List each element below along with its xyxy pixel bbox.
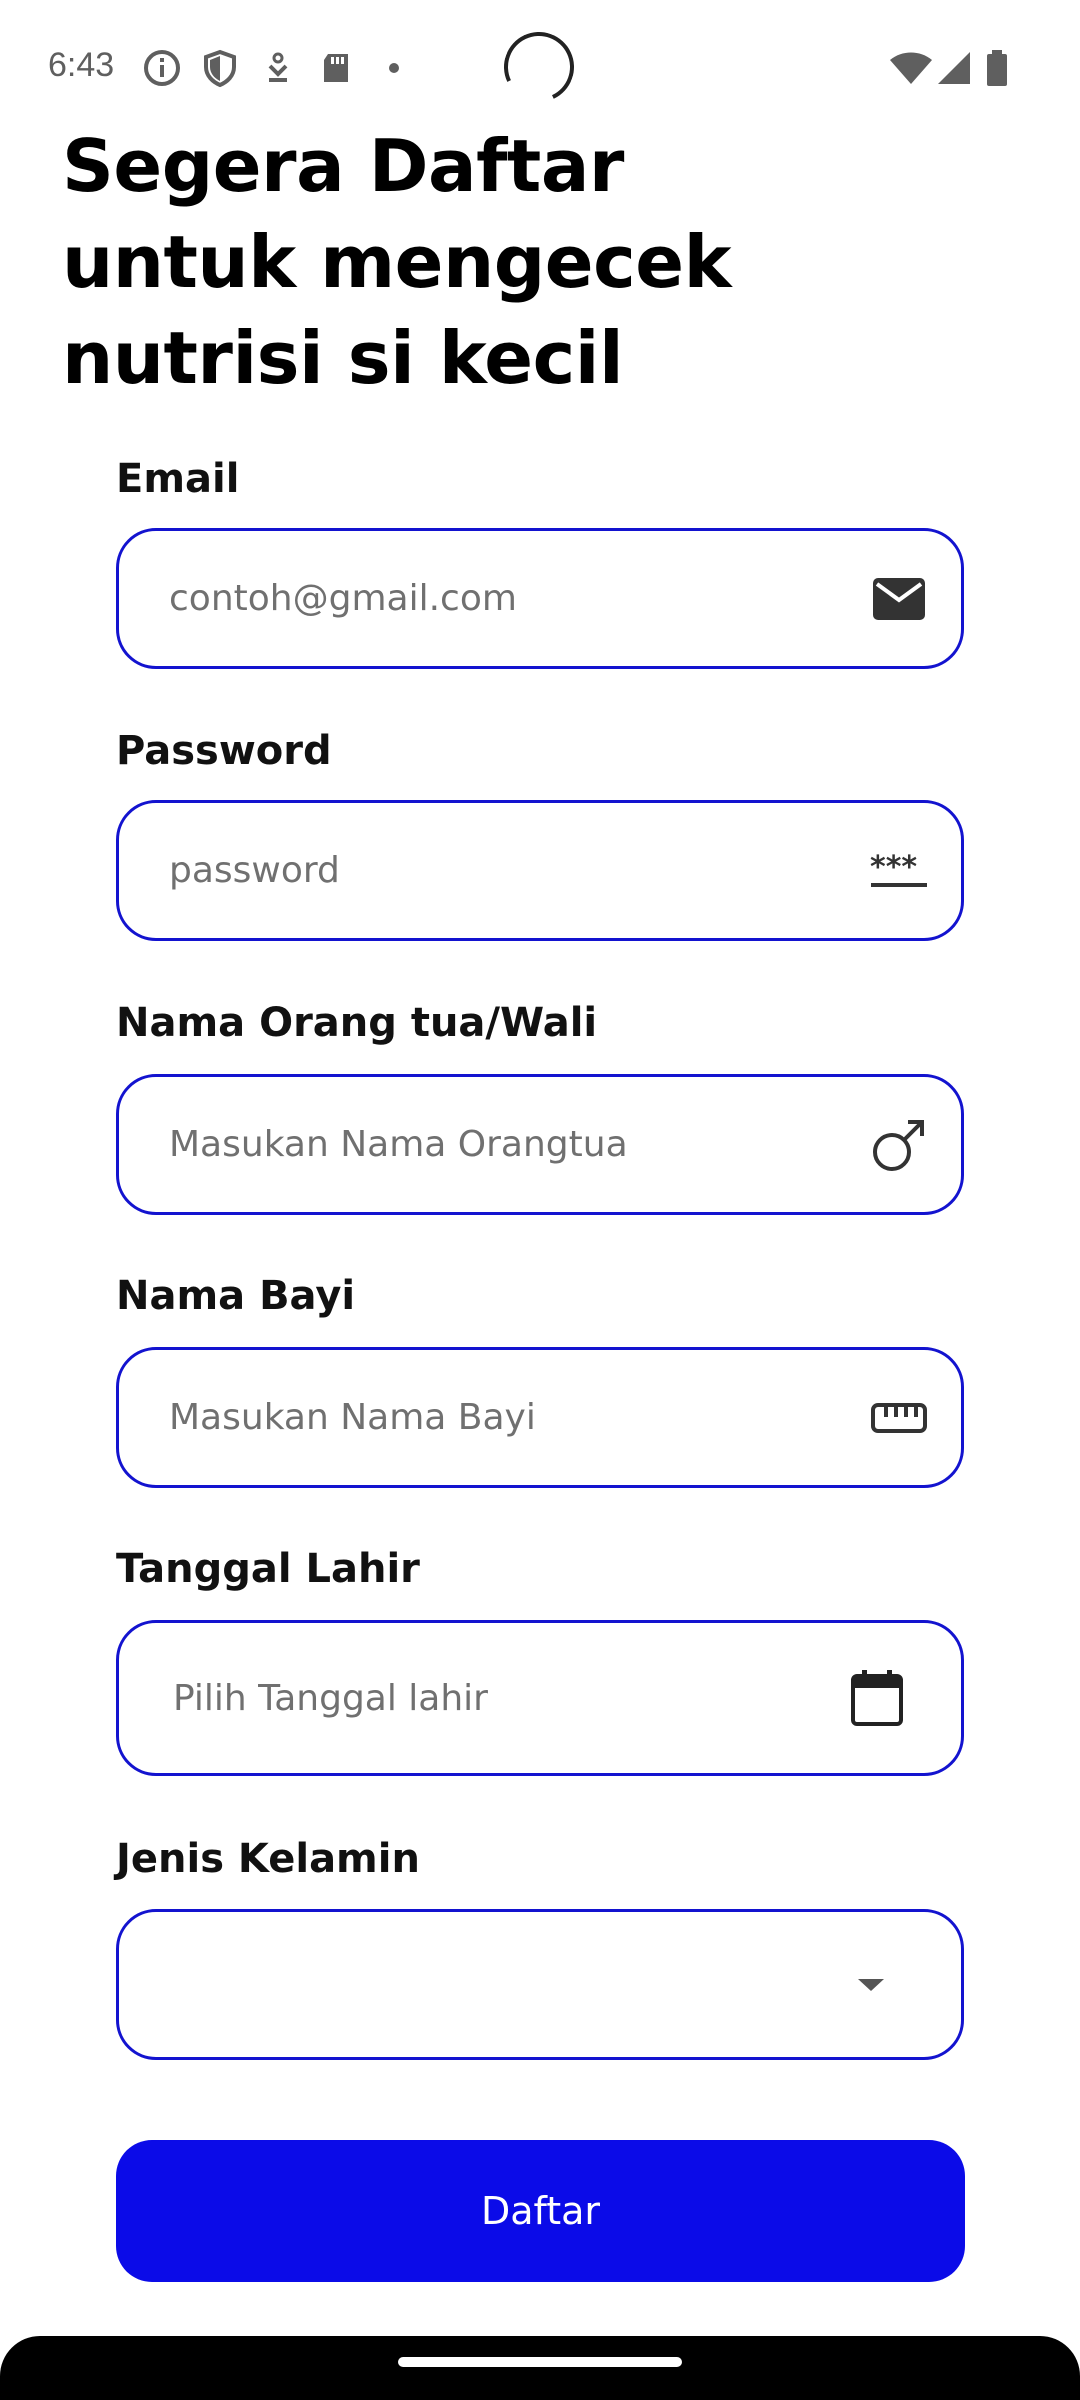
password-input[interactable] bbox=[169, 803, 789, 938]
status-time: 6:43 bbox=[48, 46, 115, 84]
baby-name-field[interactable] bbox=[116, 1347, 964, 1488]
gender-label: Jenis Kelamin bbox=[116, 1836, 420, 1882]
parent-name-input[interactable] bbox=[169, 1077, 789, 1212]
status-bar: 6:43 bbox=[0, 0, 1080, 136]
gender-selected-value bbox=[169, 1912, 789, 2057]
parent-name-label: Nama Orang tua/Wali bbox=[116, 1000, 598, 1046]
birth-date-field[interactable] bbox=[116, 1620, 964, 1776]
birth-date-input[interactable] bbox=[173, 1623, 793, 1773]
signal-icon bbox=[934, 48, 974, 88]
battery-icon bbox=[982, 48, 1022, 88]
svg-text:***: *** bbox=[870, 851, 917, 885]
sd-card-icon bbox=[316, 48, 356, 88]
password-field[interactable]: *** bbox=[116, 800, 964, 941]
download-icon bbox=[258, 48, 298, 88]
birth-date-label: Tanggal Lahir bbox=[116, 1546, 420, 1592]
parent-name-field[interactable] bbox=[116, 1074, 964, 1215]
password-label: Password bbox=[116, 728, 332, 774]
info-icon bbox=[142, 48, 182, 88]
baby-name-input[interactable] bbox=[169, 1350, 789, 1485]
email-field[interactable] bbox=[116, 528, 964, 669]
male-icon bbox=[869, 1115, 929, 1175]
shield-icon bbox=[200, 48, 240, 88]
calendar-icon[interactable] bbox=[847, 1668, 907, 1728]
wifi-icon bbox=[888, 48, 934, 88]
loading-spinner-icon bbox=[494, 22, 584, 112]
email-input[interactable] bbox=[169, 531, 789, 666]
dot-icon bbox=[374, 48, 414, 88]
daftar-button[interactable]: Daftar bbox=[116, 2140, 965, 2282]
mail-icon bbox=[869, 569, 929, 629]
navigation-bar bbox=[0, 2336, 1080, 2400]
home-indicator[interactable] bbox=[398, 2357, 682, 2367]
page-title: Segera Daftar untuk mengecek nutrisi si … bbox=[62, 124, 732, 400]
ruler-icon bbox=[869, 1388, 929, 1448]
baby-name-label: Nama Bayi bbox=[116, 1273, 356, 1319]
gender-dropdown[interactable] bbox=[116, 1909, 964, 2060]
dropdown-arrow-icon[interactable] bbox=[841, 1955, 901, 2015]
password-icon: *** bbox=[869, 841, 929, 901]
email-label: Email bbox=[116, 456, 240, 502]
